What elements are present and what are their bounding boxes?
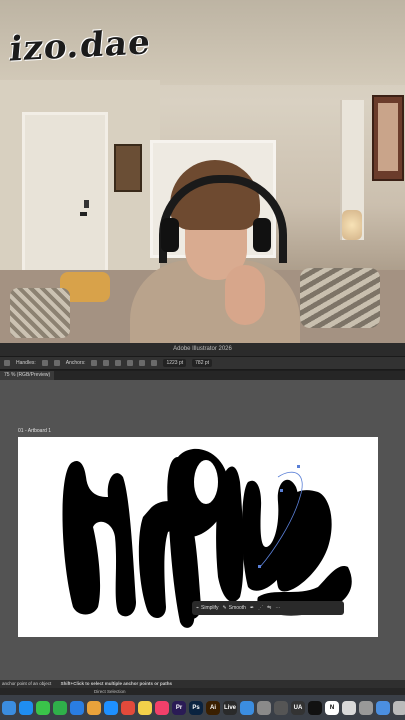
person-hand	[225, 265, 265, 325]
headphone-ear-right	[253, 218, 271, 252]
reflect-icon[interactable]: ⇋	[267, 605, 271, 611]
lamp	[342, 210, 362, 240]
anchor-point[interactable]	[297, 465, 300, 468]
status-bar-bottom: Direct Selection	[0, 688, 405, 695]
live-icon[interactable]: Live	[223, 700, 237, 715]
settings-icon[interactable]	[257, 700, 271, 715]
status-bar: anchor point of an object Shift+Click to…	[0, 680, 405, 688]
selection-tool-icon[interactable]	[4, 360, 10, 366]
anchor-point[interactable]	[280, 489, 283, 492]
contextual-task-bar: ⌁ Simplify ✎ Smooth ✒ ⋰ ⇋ ⋯	[192, 601, 344, 615]
facetime-icon[interactable]	[53, 700, 67, 715]
finder-icon[interactable]	[2, 700, 16, 715]
chrome-icon[interactable]	[121, 700, 135, 715]
door-knob	[80, 212, 87, 216]
pillow	[300, 268, 380, 328]
music-icon[interactable]	[155, 700, 169, 715]
photoshop-icon[interactable]: Ps	[189, 700, 203, 715]
simplify-button[interactable]: ⌁ Simplify	[196, 605, 219, 611]
status-hint: Shift+Click to select multiple anchor po…	[60, 681, 172, 686]
ua-icon[interactable]: UA	[291, 700, 305, 715]
artboard-label: 01 - Artboard 1	[18, 428, 52, 434]
document-tabs: 75 % (RGB/Preview)	[0, 371, 405, 380]
pen-tool-icon[interactable]: ✒	[250, 605, 254, 611]
align-center-icon[interactable]	[127, 360, 134, 366]
letter-u[interactable]	[62, 460, 136, 617]
overlay-logo: izo.dae	[7, 22, 153, 70]
headphone-ear-left	[161, 218, 179, 252]
document-tab[interactable]: 75 % (RGB/Preview)	[0, 371, 55, 380]
dock: Pr Ps Ai Live UA N	[0, 695, 405, 720]
status-text: anchor point of an object	[2, 681, 52, 686]
simplify-label: Simplify	[201, 605, 219, 611]
convert-anchor-smooth-icon[interactable]	[53, 360, 60, 366]
premiere-icon[interactable]: Pr	[172, 700, 186, 715]
notion-icon[interactable]: N	[325, 700, 339, 715]
cut-path-icon[interactable]	[103, 360, 110, 366]
smooth-label: Smooth	[228, 605, 246, 611]
smooth-button[interactable]: ✎ Smooth	[223, 605, 246, 611]
person	[125, 160, 300, 343]
notes-icon[interactable]	[138, 700, 152, 715]
align-left-icon[interactable]	[115, 360, 122, 366]
app-store-icon[interactable]	[19, 700, 33, 715]
record-icon[interactable]	[274, 700, 288, 715]
x-field[interactable]: 1223 pt	[163, 359, 187, 367]
messages-icon[interactable]	[36, 700, 50, 715]
more-options-icon[interactable]: ⋯	[275, 605, 280, 611]
downloads-icon[interactable]	[376, 700, 390, 715]
illustrator-icon[interactable]: Ai	[206, 700, 220, 715]
anchors-label: Anchors:	[65, 360, 86, 366]
app-titlebar: Adobe Illustrator 2026	[0, 343, 405, 356]
picture-frame	[372, 95, 404, 181]
letter-p-counter	[194, 460, 218, 504]
capcut-icon[interactable]	[308, 700, 322, 715]
distribute-icon[interactable]	[151, 360, 158, 366]
remove-anchor-icon[interactable]	[91, 360, 98, 366]
webcam-feed: izo.dae	[0, 0, 405, 343]
pillow	[10, 288, 70, 338]
anchor-point[interactable]	[258, 565, 261, 568]
screenshot-icon[interactable]	[359, 700, 373, 715]
safari-icon[interactable]	[104, 700, 118, 715]
control-bar: Handles: Anchors: 1223 pt 782 pt	[0, 356, 405, 370]
y-field[interactable]: 782 pt	[192, 359, 213, 367]
mail-icon[interactable]	[70, 700, 84, 715]
smooth-icon: ✎	[222, 605, 227, 611]
photos-icon[interactable]	[87, 700, 101, 715]
convert-anchor-icon[interactable]	[41, 360, 48, 366]
status-tool: Direct Selection	[94, 689, 126, 694]
folder-icon[interactable]	[240, 700, 254, 715]
trash-icon[interactable]	[393, 700, 405, 715]
preview-icon[interactable]	[342, 700, 356, 715]
simplify-icon: ⌁	[196, 605, 200, 611]
door-lock	[84, 200, 89, 208]
handles-label: Handles:	[16, 360, 36, 366]
anchor-tool-icon[interactable]: ⋰	[258, 605, 263, 611]
align-right-icon[interactable]	[139, 360, 146, 366]
